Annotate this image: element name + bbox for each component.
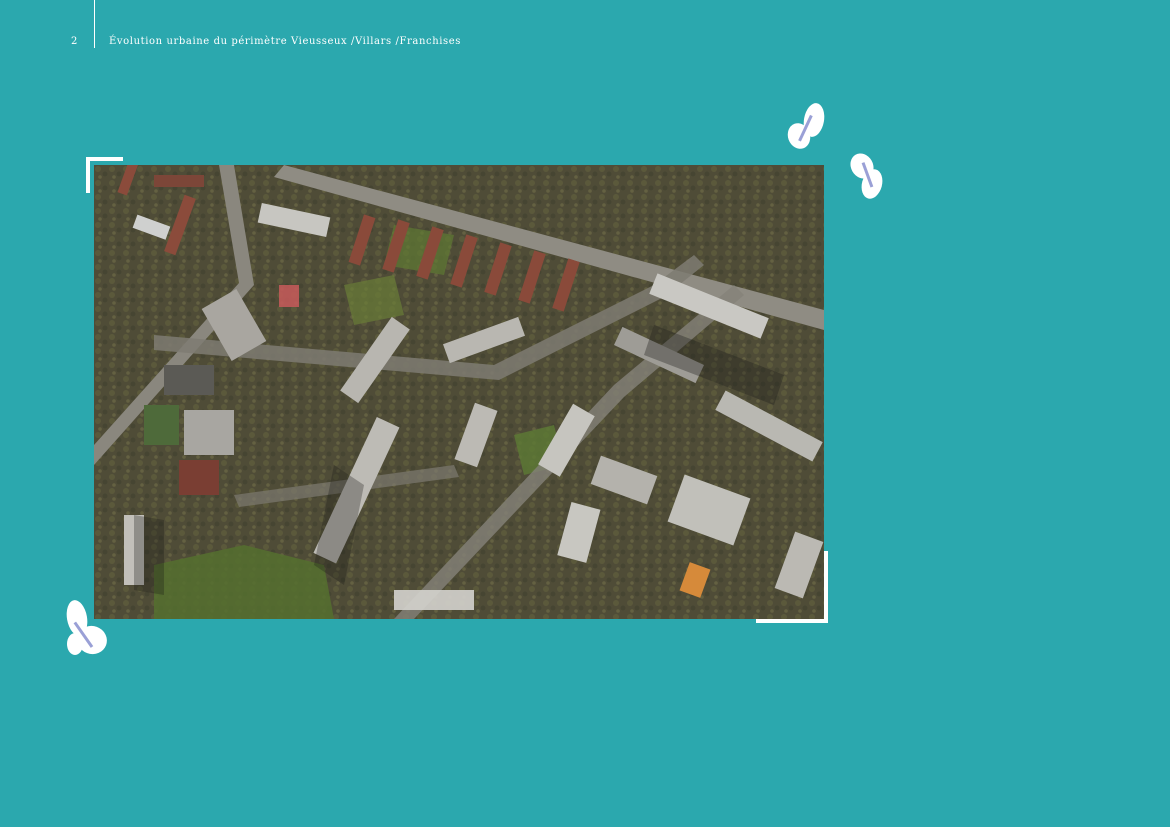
frame-corner-bottom-right-vertical <box>824 551 828 623</box>
aerial-photo-icon <box>94 165 824 619</box>
running-title: Évolution urbaine du périmètre Vieusseux… <box>109 36 462 47</box>
header-divider <box>94 0 95 48</box>
page-number: 2 <box>71 36 78 47</box>
frame-corner-bottom-right-horizontal <box>756 619 828 623</box>
butterfly-icon <box>787 103 825 149</box>
aerial-photo <box>94 165 824 619</box>
frame-corner-top-left-vertical <box>86 157 90 193</box>
butterfly-icon <box>850 153 883 199</box>
butterfly-icon <box>66 600 107 655</box>
frame-corner-top-left-horizontal <box>86 157 123 161</box>
